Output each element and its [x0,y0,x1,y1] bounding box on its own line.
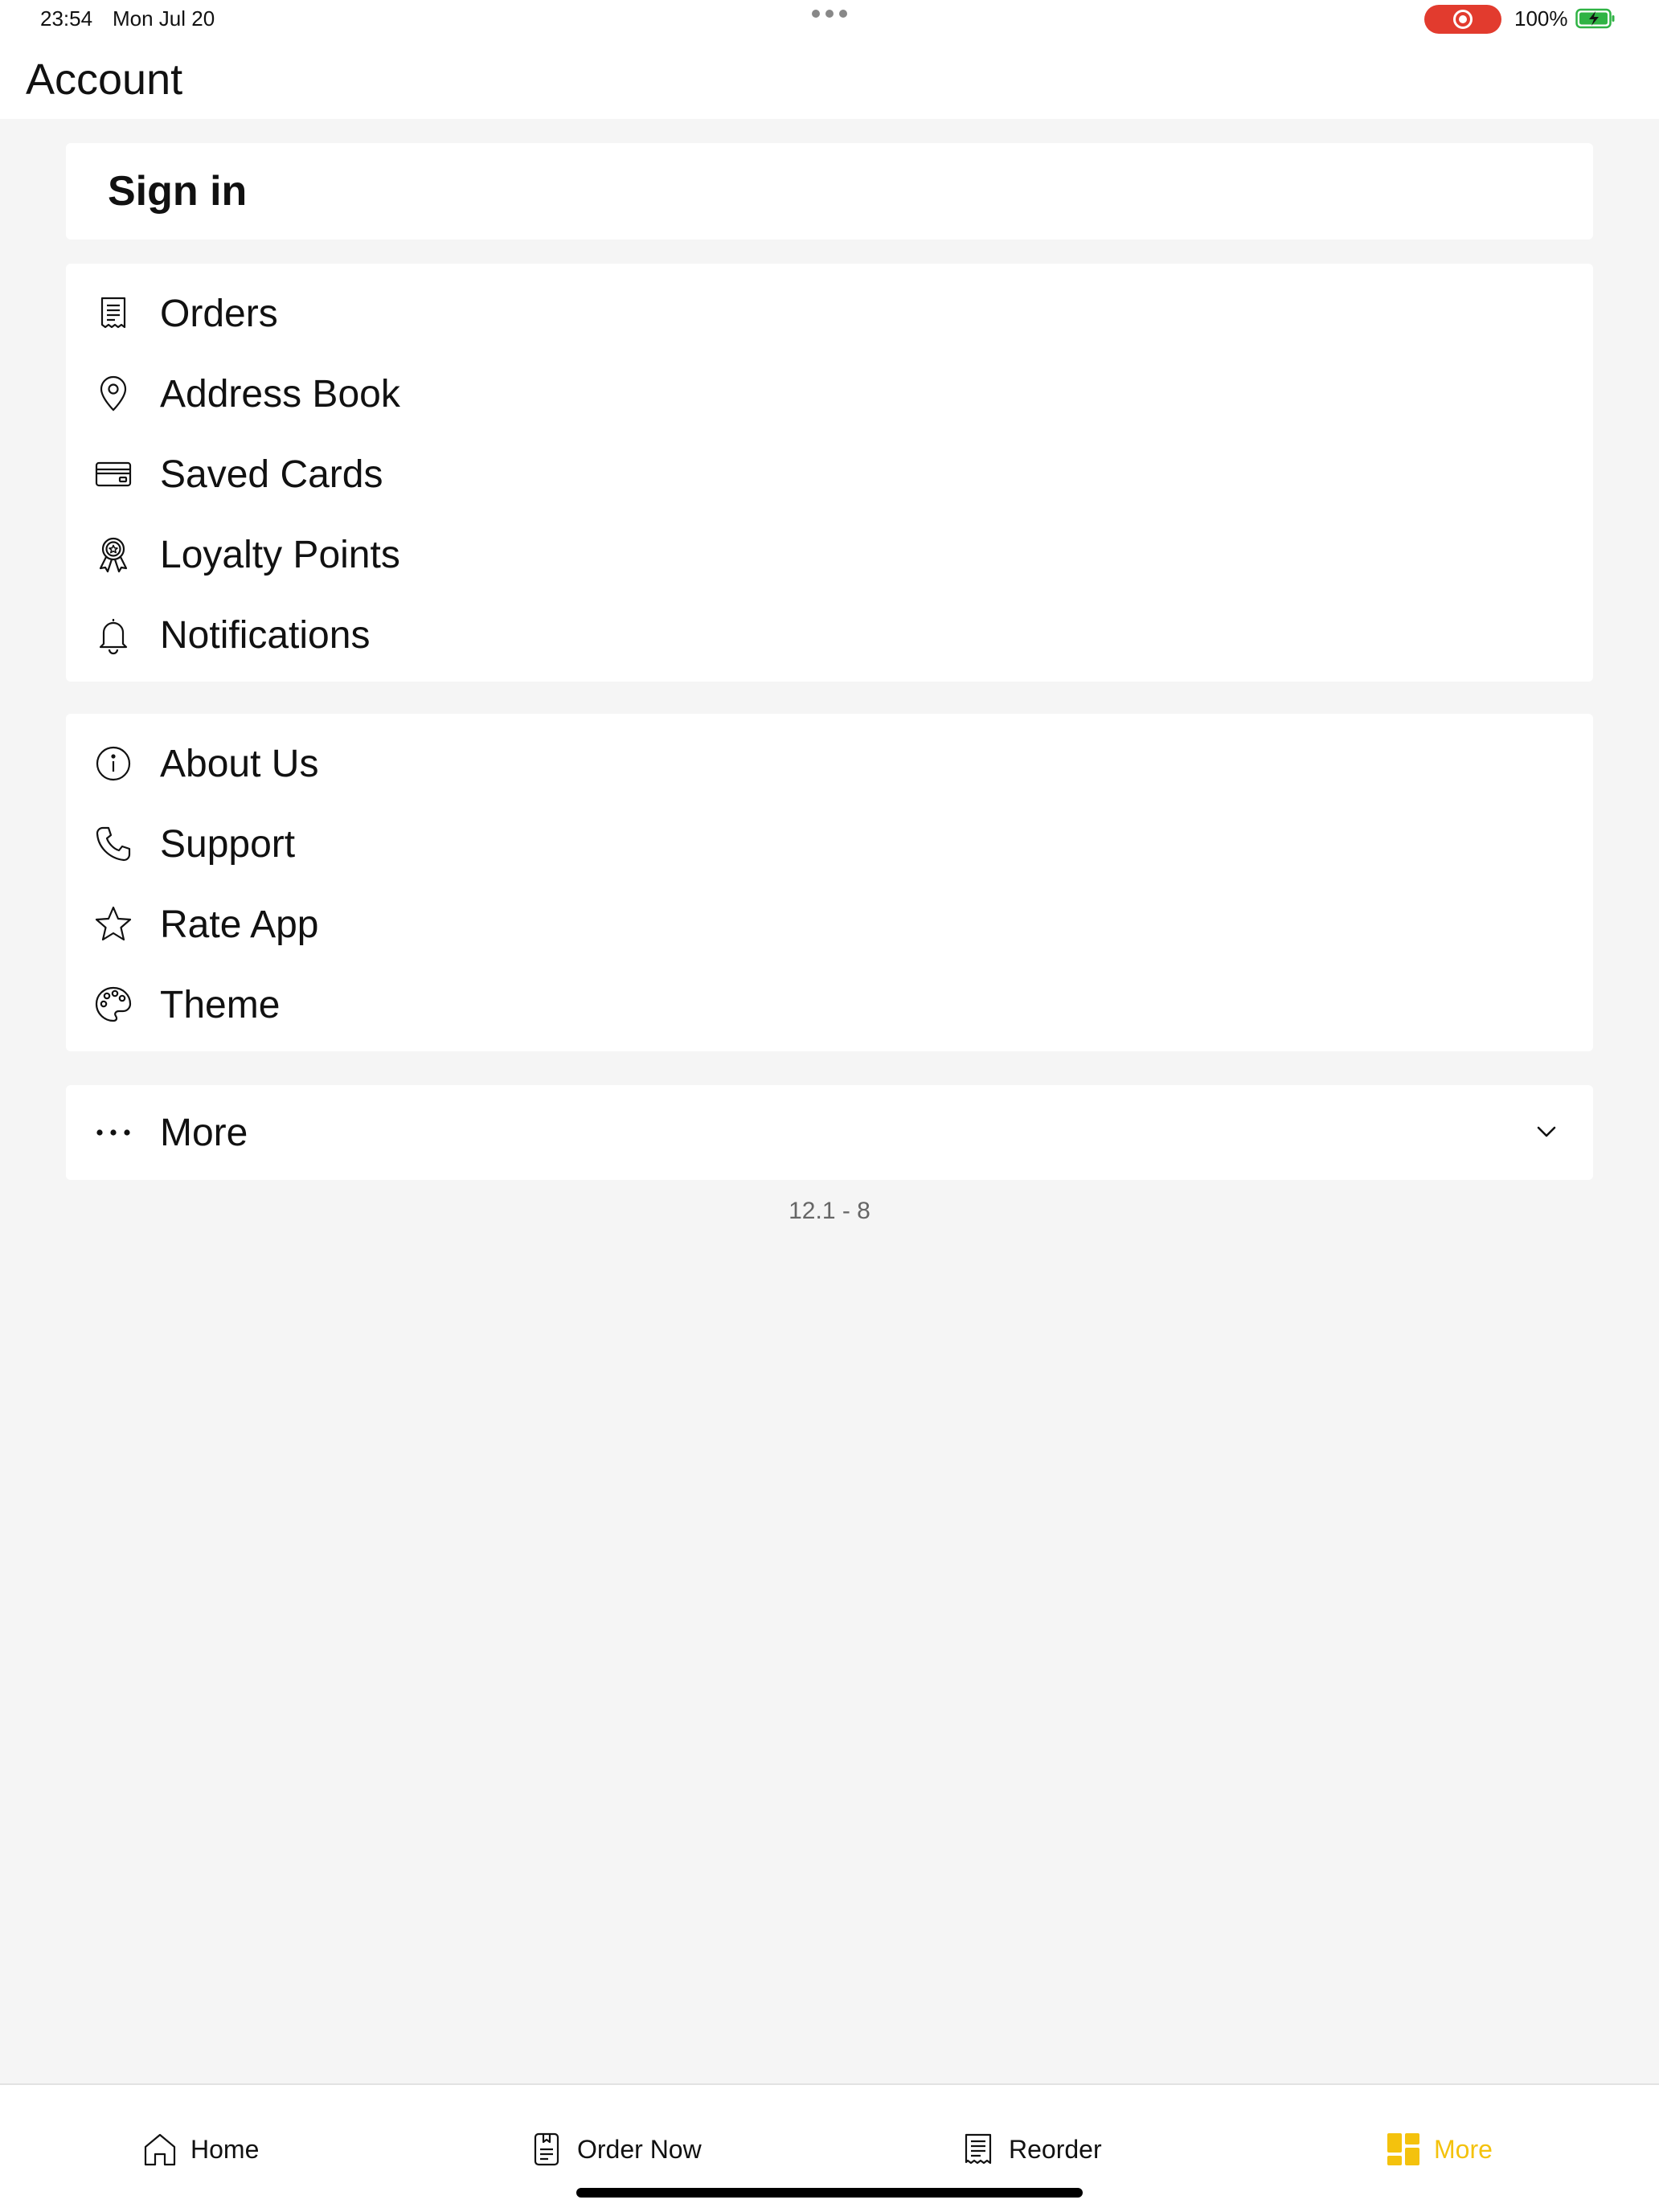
phone-icon [96,826,131,862]
account-menu-group: Orders Address Book Saved Cards Loyalty … [66,264,1593,682]
menu-item-theme[interactable]: Theme [66,965,1593,1045]
menu-item-label: About Us [160,742,319,785]
screen-recording-icon[interactable] [1424,5,1501,34]
menu-item-label: Saved Cards [160,453,383,496]
menu-item-saved-cards[interactable]: Saved Cards [66,434,1593,514]
home-indicator[interactable] [576,2188,1083,2198]
tab-more[interactable]: More [1384,2125,1493,2173]
palette-icon [95,986,132,1022]
home-icon [144,2133,176,2166]
credit-card-icon [95,461,132,487]
tab-label: Order Now [577,2134,702,2164]
bell-icon [99,619,128,655]
menu-item-label: Notifications [160,613,371,657]
info-menu-group: About Us Support Rate App Theme [66,714,1593,1051]
ellipsis-icon [96,1129,130,1136]
tab-label: Reorder [1009,2134,1102,2164]
order-menu-icon [534,2132,559,2166]
sign-in-button[interactable]: Sign in [66,143,1593,240]
more-row[interactable]: More [66,1092,1593,1173]
receipt-icon [100,297,126,329]
page-title: Account [26,55,183,104]
more-label: More [160,1111,248,1154]
tab-order-now[interactable]: Order Now [527,2125,702,2173]
tab-label: Home [190,2134,260,2164]
menu-item-label: Orders [160,292,278,335]
app-version: 12.1 - 8 [789,1198,870,1224]
menu-item-orders[interactable]: Orders [66,273,1593,354]
info-icon [96,746,131,781]
tab-reorder[interactable]: Reorder [959,2125,1102,2173]
status-date: Mon Jul 20 [113,6,215,31]
menu-item-rate-app[interactable]: Rate App [66,884,1593,965]
menu-item-label: Rate App [160,903,319,946]
receipt-icon [965,2133,992,2165]
sign-in-label: Sign in [108,168,248,215]
more-expander[interactable]: More [66,1085,1593,1180]
multitasking-dots-icon[interactable] [812,10,847,18]
header: Account [0,39,1659,119]
tab-home[interactable]: Home [141,2125,259,2173]
menu-item-notifications[interactable]: Notifications [66,595,1593,675]
menu-item-label: Address Book [160,372,400,416]
menu-item-label: Theme [160,983,281,1026]
menu-item-loyalty-points[interactable]: Loyalty Points [66,514,1593,595]
menu-item-label: Loyalty Points [160,533,400,576]
menu-item-label: Support [160,822,296,866]
menu-item-about-us[interactable]: About Us [66,723,1593,804]
award-ribbon-icon [99,537,128,573]
chevron-down-icon[interactable] [1530,1116,1563,1148]
battery-percentage: 100% [1514,6,1568,31]
menu-item-support[interactable]: Support [66,804,1593,884]
status-bar: 23:54 Mon Jul 20 100% [0,0,1659,39]
tab-label: More [1434,2134,1493,2164]
status-time: 23:54 [40,6,93,31]
star-icon [95,906,132,941]
battery-charging-icon [1575,8,1615,29]
location-pin-icon [100,375,127,412]
menu-item-address-book[interactable]: Address Book [66,354,1593,434]
grid-icon [1387,2133,1419,2165]
